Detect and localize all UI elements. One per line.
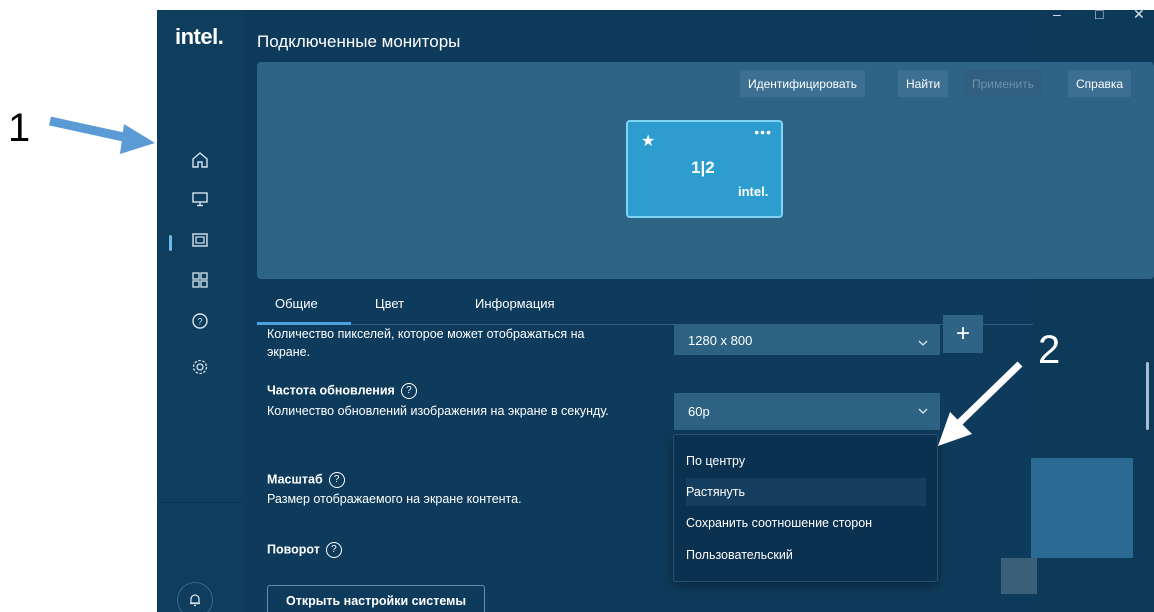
resolution-description: Количество пикселей, которое может отобр… bbox=[267, 327, 585, 359]
tab-info[interactable]: Информация bbox=[475, 296, 555, 311]
help-icon[interactable]: ? bbox=[185, 306, 215, 336]
minimize-button[interactable]: – bbox=[1053, 10, 1061, 22]
open-system-settings-button[interactable]: Открыть настройки системы bbox=[267, 585, 485, 612]
dropdown-option-center[interactable]: По центру bbox=[686, 447, 926, 475]
find-button[interactable]: Найти bbox=[898, 70, 949, 97]
intel-logo: intel. bbox=[175, 24, 224, 49]
gear-icon[interactable] bbox=[185, 352, 215, 382]
refresh-rate-label: Частота обновления? bbox=[267, 383, 417, 399]
dropdown-option-custom[interactable]: Пользовательский bbox=[686, 541, 926, 569]
display-card[interactable]: ★ ••• 1|2 intel. bbox=[626, 120, 783, 218]
annotation-arrow-1 bbox=[49, 116, 155, 154]
tab-color[interactable]: Цвет bbox=[375, 296, 404, 311]
chevron-down-icon bbox=[918, 340, 928, 346]
scale-preview bbox=[1031, 458, 1133, 558]
apps-grid-icon[interactable] bbox=[185, 265, 215, 295]
identify-button[interactable]: Идентифицировать bbox=[740, 70, 866, 97]
display-card-logo: intel. bbox=[738, 184, 769, 199]
refresh-rate-value: 60p bbox=[688, 404, 710, 419]
monitor-arrangement-panel: Идентифицировать Найти Применить Справка… bbox=[257, 62, 1154, 279]
page-title: Подключенные мониторы bbox=[257, 32, 461, 51]
sidebar-divider bbox=[157, 502, 243, 503]
dropdown-option-stretch[interactable]: Растянуть bbox=[686, 478, 926, 506]
maximize-button[interactable]: □ bbox=[1095, 10, 1103, 22]
media-icon[interactable] bbox=[185, 225, 215, 255]
apply-button[interactable]: Применить bbox=[964, 70, 1043, 97]
dropdown-option-keep-ratio[interactable]: Сохранить соотношение сторон bbox=[686, 509, 926, 537]
refresh-rate-select[interactable]: 60p bbox=[674, 393, 940, 430]
help-icon[interactable]: ? bbox=[325, 542, 342, 558]
screenshot-stage: 1 intel. ? – □ ✕ Подключенные мониторы И… bbox=[0, 0, 1154, 612]
scale-label: Масштаб? bbox=[267, 472, 345, 488]
chevron-down-icon bbox=[918, 408, 928, 414]
active-indicator bbox=[169, 235, 172, 251]
rotation-control[interactable] bbox=[1001, 558, 1037, 594]
annotation-number-2: 2 bbox=[1038, 328, 1061, 372]
help-icon[interactable]: ? bbox=[328, 472, 345, 488]
primary-star-icon: ★ bbox=[641, 133, 656, 150]
scale-description: Размер отображаемого на экране контента. bbox=[267, 492, 522, 506]
bell-icon[interactable] bbox=[177, 582, 213, 612]
refresh-rate-description: Количество обновлений изображения на экр… bbox=[267, 404, 609, 418]
main-panel: Подключенные мониторы Идентифицировать Н… bbox=[243, 10, 1154, 612]
resolution-value: 1280 x 800 bbox=[688, 332, 753, 348]
add-resolution-button[interactable]: + bbox=[943, 315, 983, 353]
help-button[interactable]: Справка bbox=[1068, 70, 1132, 97]
scrollbar[interactable] bbox=[1146, 362, 1149, 430]
resolution-select[interactable]: 1280 x 800 bbox=[674, 325, 940, 355]
tab-general[interactable]: Общие bbox=[275, 296, 318, 311]
home-icon[interactable] bbox=[185, 145, 215, 175]
rotation-label: Поворот? bbox=[267, 542, 342, 558]
sidebar: ? bbox=[157, 62, 243, 612]
intel-graphics-window: intel. ? – □ ✕ Подключенные мониторы Иде… bbox=[157, 10, 1154, 612]
more-options-icon[interactable]: ••• bbox=[754, 124, 772, 140]
monitor-icon[interactable] bbox=[185, 184, 215, 214]
scale-mode-dropdown: По центру Растянуть Сохранить соотношени… bbox=[673, 434, 938, 582]
svg-text:?: ? bbox=[197, 317, 202, 327]
close-button[interactable]: ✕ bbox=[1133, 10, 1145, 23]
display-number: 1|2 bbox=[691, 158, 715, 177]
help-icon[interactable]: ? bbox=[400, 383, 417, 399]
